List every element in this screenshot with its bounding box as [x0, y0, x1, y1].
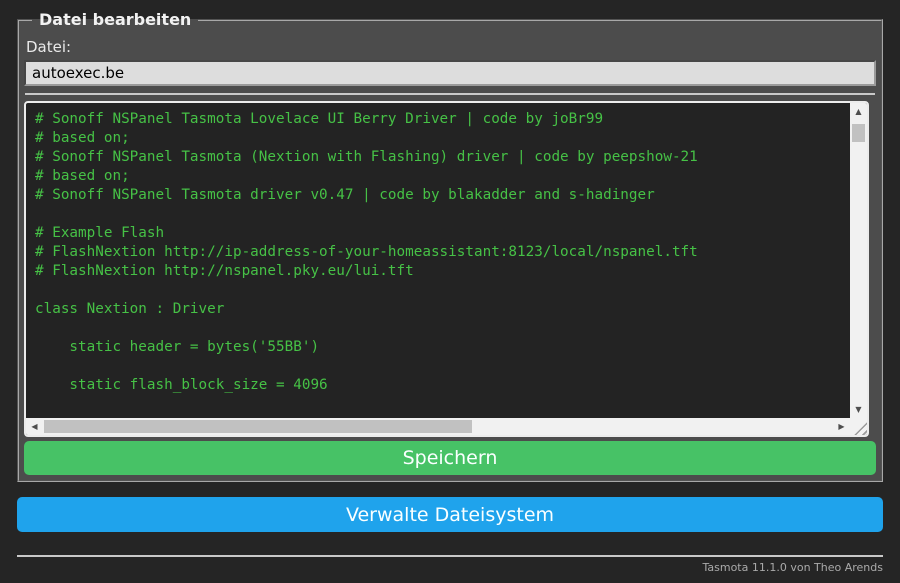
horizontal-scrollbar[interactable]: ◀ ▶ [26, 418, 850, 435]
file-editor-panel: Datei bearbeiten Datei: # Sonoff NSPanel… [17, 10, 883, 482]
scroll-right-icon[interactable]: ▶ [833, 418, 850, 435]
panel-legend: Datei bearbeiten [32, 10, 198, 29]
file-label: Datei: [26, 38, 72, 56]
filename-input[interactable] [24, 60, 876, 86]
file-content-editor[interactable]: # Sonoff NSPanel Tasmota Lovelace UI Ber… [24, 101, 869, 437]
resize-grip[interactable] [850, 418, 867, 435]
panel-title: Datei bearbeiten [39, 10, 192, 29]
footer: Tasmota 11.1.0 von Theo Arends [17, 555, 883, 574]
file-content: # Sonoff NSPanel Tasmota Lovelace UI Ber… [35, 111, 698, 393]
horizontal-scrollbar-thumb[interactable] [44, 420, 473, 433]
save-button[interactable]: Speichern [24, 441, 876, 475]
page-container: Datei bearbeiten Datei: # Sonoff NSPanel… [17, 0, 883, 574]
footer-divider [17, 555, 883, 557]
input-editor-divider [25, 93, 875, 95]
manage-filesystem-button[interactable]: Verwalte Dateisystem [17, 497, 883, 532]
scroll-down-icon[interactable]: ▼ [850, 401, 867, 418]
scroll-up-icon[interactable]: ▲ [850, 103, 867, 120]
footer-link[interactable]: Tasmota 11.1.0 von Theo Arends [702, 561, 883, 574]
scroll-left-icon[interactable]: ◀ [26, 418, 43, 435]
vertical-scrollbar-thumb[interactable] [852, 124, 865, 142]
vertical-scrollbar[interactable]: ▲ ▼ [850, 103, 867, 418]
